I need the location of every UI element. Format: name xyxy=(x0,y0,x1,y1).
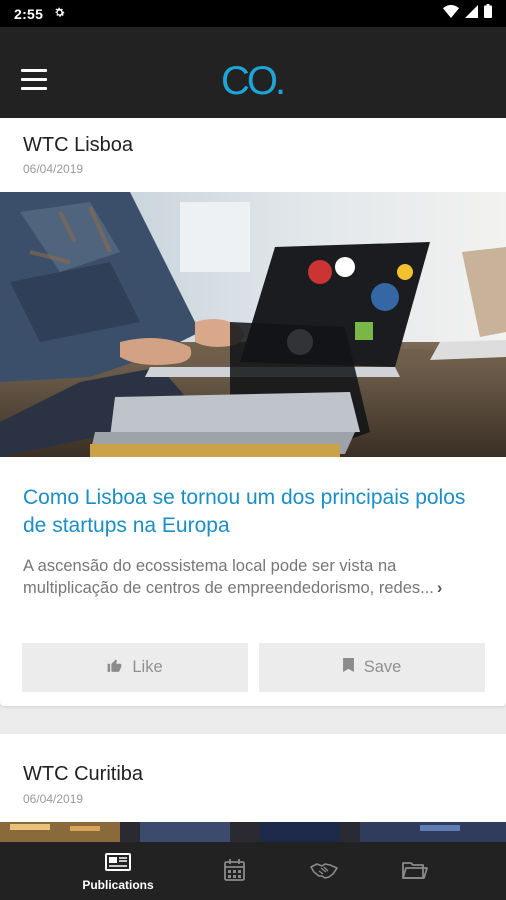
folder-icon xyxy=(402,860,428,885)
calendar-icon xyxy=(224,859,245,886)
svg-text:CO.: CO. xyxy=(221,60,283,100)
post-excerpt-text: A ascensão do ecossistema local pode ser… xyxy=(23,557,434,597)
publications-feed[interactable]: WTC Lisboa 06/04/2019 Como Lisboa se tor… xyxy=(0,118,506,842)
like-label: Like xyxy=(132,658,163,676)
chevron-right-icon[interactable]: › xyxy=(437,579,443,597)
battery-icon xyxy=(484,4,492,23)
signal-icon xyxy=(465,4,478,23)
status-bar: 2:55 xyxy=(0,0,506,27)
bottom-navigation: Publications xyxy=(0,842,506,900)
post-excerpt[interactable]: A ascensão do ecossistema local pode ser… xyxy=(23,555,493,599)
menu-button[interactable] xyxy=(14,60,54,100)
gear-icon xyxy=(53,6,66,21)
post-image[interactable] xyxy=(0,822,506,842)
bookmark-icon xyxy=(342,658,354,677)
app-bar: CO. xyxy=(0,27,506,118)
nav-calendar[interactable] xyxy=(210,842,260,900)
post-image[interactable] xyxy=(0,192,506,457)
newspaper-icon xyxy=(105,853,131,876)
app-logo: CO. xyxy=(221,60,286,100)
like-button[interactable]: Like xyxy=(22,643,248,692)
post-headline[interactable]: Como Lisboa se tornou um dos principais … xyxy=(23,484,488,540)
status-time: 2:55 xyxy=(14,5,44,22)
thumbs-up-icon xyxy=(107,658,122,677)
post-card[interactable]: WTC Curitiba 06/04/2019 xyxy=(0,734,506,842)
post-card[interactable]: WTC Lisboa 06/04/2019 Como Lisboa se tor… xyxy=(0,118,506,706)
wifi-icon xyxy=(443,4,459,23)
post-location: WTC Curitiba xyxy=(23,763,144,785)
nav-publications-label: Publications xyxy=(82,878,154,892)
post-location: WTC Lisboa xyxy=(23,134,134,156)
post-date: 06/04/2019 xyxy=(23,162,84,176)
save-label: Save xyxy=(363,658,402,676)
nav-publications[interactable]: Publications xyxy=(70,842,166,900)
nav-networking[interactable] xyxy=(300,842,350,900)
menu-icon xyxy=(21,69,47,72)
nav-files[interactable] xyxy=(390,842,440,900)
post-date: 06/04/2019 xyxy=(23,792,84,806)
save-button[interactable]: Save xyxy=(259,643,485,692)
handshake-icon xyxy=(310,862,338,885)
